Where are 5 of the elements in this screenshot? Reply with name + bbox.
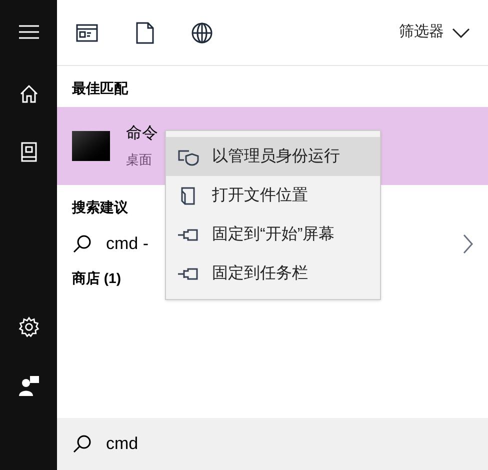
section-heading: 商店 (1) — [72, 270, 121, 286]
section-heading: 搜索建议 — [72, 199, 128, 215]
app-title: 命令 — [126, 124, 158, 144]
app-subtitle: 桌面 — [126, 151, 153, 170]
section-heading: 最佳匹配 — [72, 80, 128, 96]
